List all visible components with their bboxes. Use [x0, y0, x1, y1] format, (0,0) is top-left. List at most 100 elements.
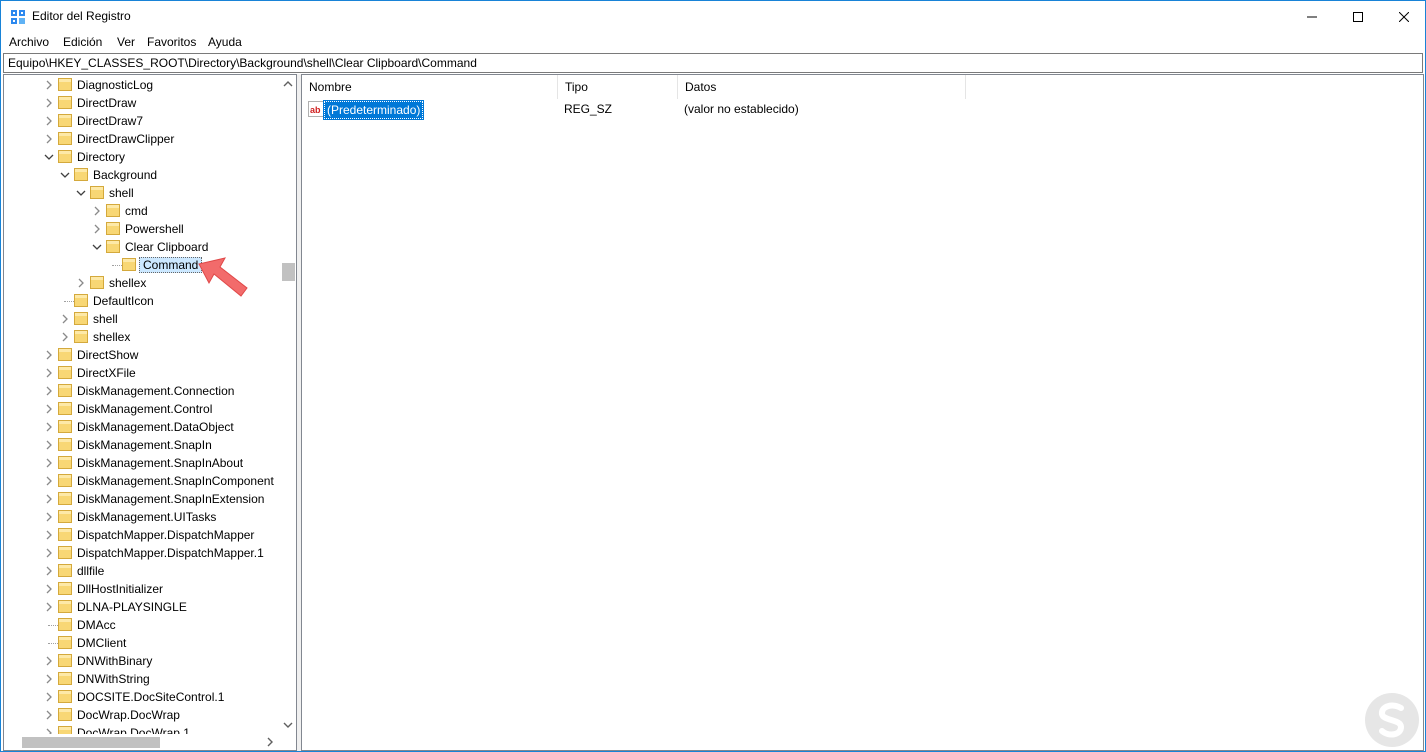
tree-item[interactable]: dllfile: [4, 562, 279, 580]
tree-item[interactable]: DirectShow: [4, 346, 279, 364]
chevron-right-icon[interactable]: [76, 278, 86, 288]
tree-item[interactable]: DiskManagement.Connection: [4, 382, 279, 400]
chevron-right-icon[interactable]: [44, 404, 54, 414]
tree-item[interactable]: DiskManagement.SnapInExtension: [4, 490, 279, 508]
chevron-right-icon[interactable]: [44, 476, 54, 486]
tree-item[interactable]: shell: [4, 310, 279, 328]
chevron-right-icon[interactable]: [44, 494, 54, 504]
tree-item[interactable]: DirectDraw: [4, 94, 279, 112]
tree-item[interactable]: DispatchMapper.DispatchMapper.1: [4, 544, 279, 562]
tree-item[interactable]: DllHostInitializer: [4, 580, 279, 598]
title-bar[interactable]: Editor del Registro: [1, 1, 1425, 32]
tree-item[interactable]: DiagnosticLog: [4, 76, 279, 94]
chevron-down-icon[interactable]: [60, 170, 70, 180]
chevron-right-icon[interactable]: [92, 206, 102, 216]
tree-item[interactable]: Background: [4, 166, 279, 184]
chevron-right-icon[interactable]: [44, 602, 54, 612]
folder-icon: [74, 294, 88, 307]
chevron-right-icon[interactable]: [44, 350, 54, 360]
chevron-down-icon[interactable]: [44, 152, 54, 162]
column-header-tipo[interactable]: Tipo: [558, 75, 678, 99]
tree-item[interactable]: shellex: [4, 328, 279, 346]
tree-item[interactable]: Directory: [4, 148, 279, 166]
menu-ayuda[interactable]: Ayuda: [208, 35, 242, 49]
chevron-right-icon[interactable]: [265, 737, 275, 747]
maximize-button[interactable]: [1335, 1, 1381, 32]
tree-item-label: DNWithBinary: [77, 654, 153, 668]
chevron-right-icon[interactable]: [44, 692, 54, 702]
chevron-right-icon[interactable]: [44, 674, 54, 684]
tree-item[interactable]: Powershell: [4, 220, 279, 238]
chevron-right-icon[interactable]: [44, 548, 54, 558]
key-tree-pane[interactable]: DiagnosticLog DirectDraw DirectDraw7 Direct…: [3, 74, 297, 751]
chevron-down-icon[interactable]: [283, 720, 293, 730]
tree-item[interactable]: cmd: [4, 202, 279, 220]
chevron-right-icon[interactable]: [44, 530, 54, 540]
column-header-nombre[interactable]: Nombre: [302, 75, 558, 99]
tree-item-label: DNWithString: [77, 672, 150, 686]
folder-icon: [58, 78, 72, 91]
folder-icon: [58, 546, 72, 559]
chevron-right-icon[interactable]: [44, 368, 54, 378]
menu-edicion[interactable]: Edición: [63, 35, 102, 49]
scrollbar-thumb[interactable]: [22, 737, 160, 748]
tree-item[interactable]: DiskManagement.Control: [4, 400, 279, 418]
chevron-right-icon[interactable]: [44, 458, 54, 468]
tree-item[interactable]: DLNA-PLAYSINGLE: [4, 598, 279, 616]
chevron-right-icon[interactable]: [44, 386, 54, 396]
values-list-pane[interactable]: Nombre Tipo Datos ab (Predeterminado) RE…: [301, 74, 1424, 751]
chevron-right-icon[interactable]: [44, 116, 54, 126]
chevron-right-icon[interactable]: [92, 224, 102, 234]
tree-item-label: DiskManagement.DataObject: [77, 420, 234, 434]
tree-item[interactable]: DiskManagement.SnapInAbout: [4, 454, 279, 472]
tree-item[interactable]: DiskManagement.SnapInComponent: [4, 472, 279, 490]
tree-item[interactable]: DiskManagement.SnapIn: [4, 436, 279, 454]
minimize-button[interactable]: [1289, 1, 1335, 32]
value-name[interactable]: (Predeterminado): [322, 100, 425, 120]
tree-item[interactable]: DMClient: [4, 634, 279, 652]
chevron-right-icon[interactable]: [44, 512, 54, 522]
column-header-datos[interactable]: Datos: [678, 75, 966, 99]
tree-item[interactable]: DMAcc: [4, 616, 279, 634]
chevron-down-icon[interactable]: [76, 188, 86, 198]
tree-item-label: DefaultIcon: [93, 294, 154, 308]
chevron-right-icon[interactable]: [44, 440, 54, 450]
tree-item[interactable]: DOCSITE.DocSiteControl.1: [4, 688, 279, 706]
value-row[interactable]: ab (Predeterminado) REG_SZ (valor no est…: [302, 99, 1423, 120]
tree-item[interactable]: shell: [4, 184, 279, 202]
tree-item[interactable]: DNWithString: [4, 670, 279, 688]
tree-horizontal-scrollbar[interactable]: [4, 734, 296, 750]
folder-icon: [58, 600, 72, 613]
tree-item[interactable]: DocWrap.DocWrap: [4, 706, 279, 724]
chevron-right-icon[interactable]: [44, 566, 54, 576]
chevron-right-icon[interactable]: [44, 134, 54, 144]
tree-item[interactable]: DNWithBinary: [4, 652, 279, 670]
close-button[interactable]: [1381, 1, 1426, 32]
address-bar[interactable]: Equipo\HKEY_CLASSES_ROOT\Directory\Backg…: [3, 53, 1423, 73]
chevron-right-icon[interactable]: [44, 710, 54, 720]
chevron-right-icon[interactable]: [44, 80, 54, 90]
tree-item[interactable]: DirectDraw7: [4, 112, 279, 130]
folder-icon: [58, 708, 72, 721]
tree-item[interactable]: DiskManagement.DataObject: [4, 418, 279, 436]
tree-item[interactable]: DispatchMapper.DispatchMapper: [4, 526, 279, 544]
chevron-right-icon[interactable]: [44, 656, 54, 666]
chevron-down-icon[interactable]: [92, 242, 102, 252]
menu-archivo[interactable]: Archivo: [9, 35, 49, 49]
menu-ver[interactable]: Ver: [117, 35, 135, 49]
chevron-right-icon[interactable]: [44, 98, 54, 108]
chevron-right-icon[interactable]: [60, 332, 70, 342]
chevron-right-icon[interactable]: [44, 422, 54, 432]
tree-item[interactable]: DirectXFile: [4, 364, 279, 382]
chevron-up-icon[interactable]: [283, 79, 293, 89]
chevron-right-icon[interactable]: [44, 584, 54, 594]
scrollbar-thumb[interactable]: [282, 263, 295, 281]
close-icon: [1399, 11, 1409, 22]
chevron-right-icon[interactable]: [60, 314, 70, 324]
tree-vertical-scrollbar[interactable]: [280, 75, 296, 734]
tree-item-label: shell: [109, 186, 134, 200]
tree-item[interactable]: DiskManagement.UITasks: [4, 508, 279, 526]
tree-item[interactable]: DirectDrawClipper: [4, 130, 279, 148]
tree-item-label: DiskManagement.SnapInAbout: [77, 456, 244, 470]
menu-favoritos[interactable]: Favoritos: [147, 35, 196, 49]
